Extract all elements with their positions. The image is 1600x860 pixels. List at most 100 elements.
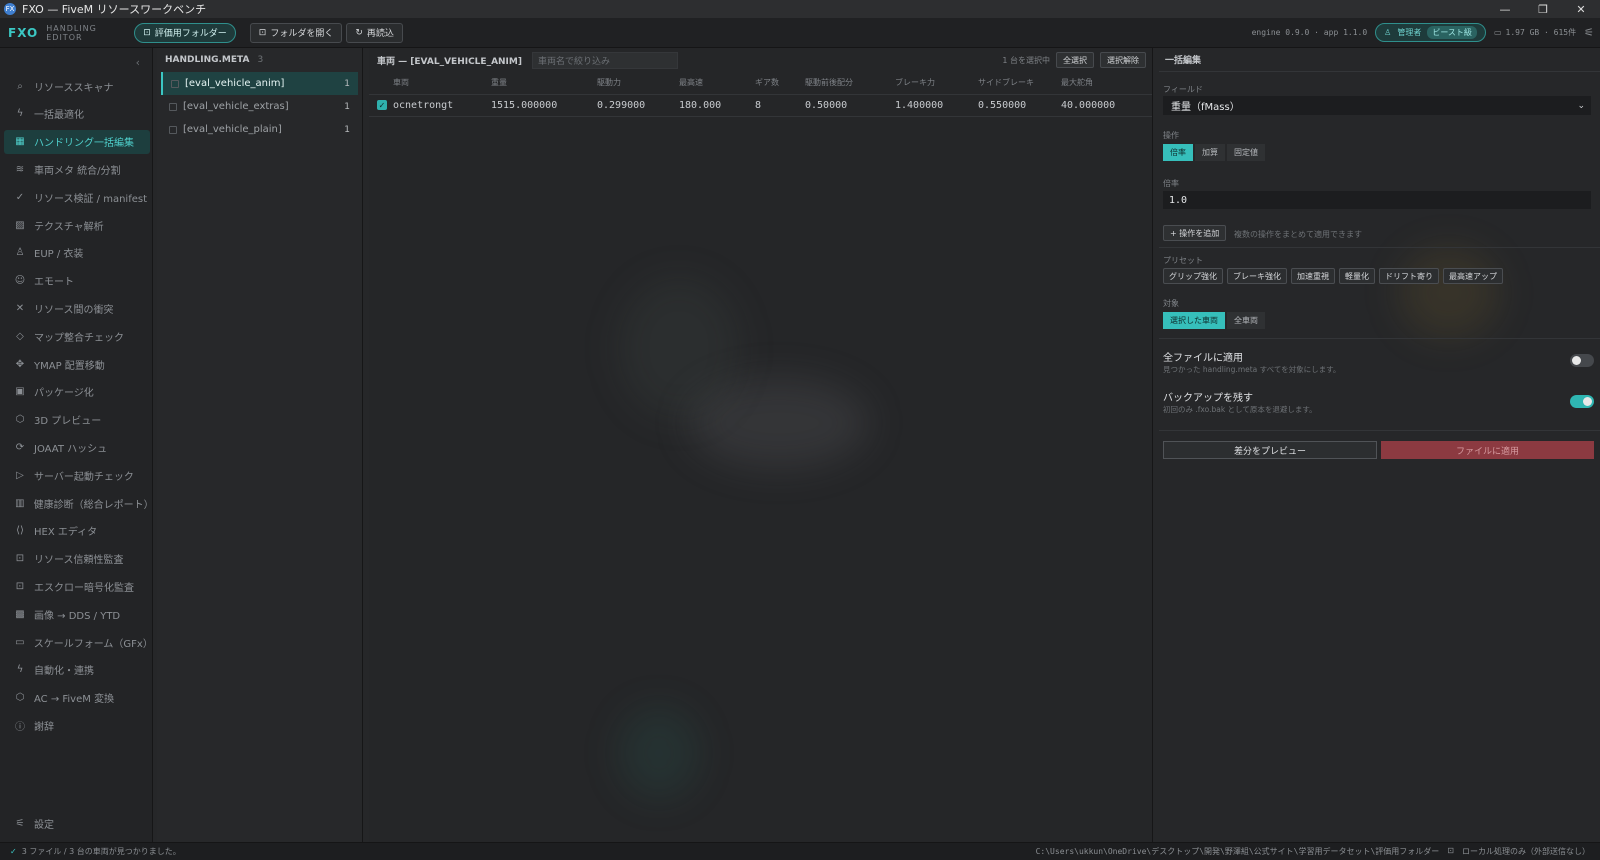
check-icon: ✓ xyxy=(10,847,17,856)
status-bar: ✓ 3 ファイル / 3 台の車両が見つかりました。 C:\Users\ukku… xyxy=(0,842,1600,860)
sidebar-item-settings[interactable]: ⚟ 設定 xyxy=(4,811,150,835)
col-drive-force[interactable]: 駆動力 xyxy=(597,72,679,95)
col-drive-bias[interactable]: 駆動前後配分 xyxy=(805,72,895,95)
sidebar-item-label: 自動化・連携 xyxy=(34,666,94,678)
select-all-button[interactable]: 全選択 xyxy=(1056,52,1094,68)
sidebar-item-14[interactable]: ▷ サーバー起動チェック xyxy=(4,463,150,487)
sidebar-item-4[interactable]: ✓ リソース検証 / manifest xyxy=(4,185,150,209)
apply-all-files-toggle[interactable] xyxy=(1570,354,1594,367)
col-handbrake[interactable]: サイドブレーキ xyxy=(978,72,1061,95)
preview-diff-button[interactable]: 差分をプレビュー xyxy=(1163,441,1377,459)
sidebar-item-6[interactable]: ♙ EUP / 衣装 xyxy=(4,241,150,265)
collapse-sidebar-icon[interactable]: ‹ xyxy=(136,56,140,69)
file-list-item[interactable]: [eval_vehicle_anim] 1 xyxy=(161,72,358,95)
user-badge[interactable]: ♙ 管理者 ビースト級 xyxy=(1375,23,1486,42)
settings-sliders-icon[interactable]: ⚟ xyxy=(1584,26,1594,39)
sidebar-item-18[interactable]: ⊡ エスクロー暗号化監査 xyxy=(4,574,150,598)
handling-meta-header: HANDLING.META 3 xyxy=(157,48,362,72)
col-gears[interactable]: ギア数 xyxy=(755,72,805,95)
sidebar-item-label: サーバー起動チェック xyxy=(34,471,134,483)
sidebar-item-8[interactable]: ✕ リソース間の衝突 xyxy=(4,296,150,320)
sidebar-item-label: リソース間の衝突 xyxy=(34,304,114,316)
col-mass[interactable]: 重量 xyxy=(491,72,597,95)
deselect-button[interactable]: 選択解除 xyxy=(1100,52,1146,68)
disk-icon: ▭ xyxy=(1493,28,1502,37)
sidebar-item-label: AC → FiveM 変換 xyxy=(34,694,115,706)
rate-input[interactable]: 1.0 xyxy=(1163,191,1591,209)
sidebar-item-10[interactable]: ✥ YMAP 配置移動 xyxy=(4,352,150,376)
sidebar-item-2[interactable]: ▦ ハンドリング一括編集 xyxy=(4,129,150,154)
sidebar-item-19[interactable]: ▩ 画像 → DDS / YTD xyxy=(4,602,150,626)
vehicle-filter-input[interactable]: 車両名で絞り込み xyxy=(531,51,678,69)
col-steering-lock[interactable]: 最大舵角 xyxy=(1061,72,1152,95)
restore-button[interactable]: ❐ xyxy=(1524,0,1562,18)
minimize-button[interactable]: — xyxy=(1486,0,1524,18)
sidebar-item-11[interactable]: ▣ パッケージ化 xyxy=(4,380,150,404)
vehicle-count: 1 xyxy=(344,78,350,89)
apply-to-file-button[interactable]: ファイルに適用 xyxy=(1381,441,1594,459)
diamond-icon: ◇ xyxy=(16,330,24,342)
file-list-item[interactable]: [eval_vehicle_extras] 1 xyxy=(161,95,358,118)
info-icon: ⓘ xyxy=(15,721,25,733)
sidebar-item-7[interactable]: ☺ エモート xyxy=(4,269,150,293)
field-select-value: 重量（fMass） xyxy=(1171,102,1240,113)
sidebar-item-12[interactable]: ⬡ 3D プレビュー xyxy=(4,408,150,432)
op-multiply[interactable]: 倍率 xyxy=(1163,144,1193,161)
chevron-down-icon: ⌄ xyxy=(1577,100,1585,111)
preset-accel[interactable]: 加速重視 xyxy=(1291,268,1335,284)
sidebar-item-3[interactable]: ≋ 車両メタ 統合/分割 xyxy=(4,157,150,181)
person-icon: ♙ xyxy=(15,247,25,259)
sidebar-item-0[interactable]: ⌕ リソーススキャナ xyxy=(4,74,150,98)
op-fixed[interactable]: 固定値 xyxy=(1227,144,1265,161)
preset-topspeed[interactable]: 最高速アップ xyxy=(1443,268,1503,284)
col-brake-force[interactable]: ブレーキ力 xyxy=(895,72,978,95)
window-title: FXO — FiveM リソースワークベンチ xyxy=(22,3,207,16)
sidebar-item-15[interactable]: ▥ 健康診断（総合レポート） xyxy=(4,491,154,515)
file-list-item[interactable]: [eval_vehicle_plain] 1 xyxy=(161,118,358,141)
preset-label: プリセット xyxy=(1163,256,1203,265)
preset-grip[interactable]: グリップ強化 xyxy=(1163,268,1223,284)
sidebar-item-22[interactable]: ⬡ AC → FiveM 変換 xyxy=(4,686,150,710)
image-icon: ▨ xyxy=(15,219,25,231)
field-select[interactable]: 重量（fMass） ⌄ xyxy=(1163,96,1591,115)
sidebar-item-21[interactable]: ϟ 自動化・連携 xyxy=(4,658,150,682)
backup-toggle[interactable] xyxy=(1570,395,1594,408)
target-selected[interactable]: 選択した車両 xyxy=(1163,312,1225,329)
file-icon xyxy=(171,79,179,88)
field-label: フィールド xyxy=(1163,85,1203,94)
sidebar-item-1[interactable]: ϟ 一括最適化 xyxy=(4,102,150,126)
add-operation-button[interactable]: + 操作を追加 xyxy=(1163,225,1227,241)
eval-folder-button[interactable]: ⊡ 評価用フォルダー xyxy=(134,22,236,43)
sidebar-item-5[interactable]: ▨ テクスチャ解析 xyxy=(4,213,150,237)
vehicle-count: 1 xyxy=(344,124,350,135)
sidebar-item-20[interactable]: ▭ スケールフォーム（GFx） xyxy=(4,630,153,654)
folder-icon: ⊡ xyxy=(143,27,151,38)
divider xyxy=(1159,338,1600,339)
op-add[interactable]: 加算 xyxy=(1195,144,1225,161)
sidebar-item-13[interactable]: ⟳ JOAAT ハッシュ xyxy=(4,435,150,459)
sidebar-item-23[interactable]: ⓘ 謝辞 xyxy=(4,713,150,737)
checker-icon: ▩ xyxy=(15,608,25,620)
sidebar-item-label: スケールフォーム（GFx） xyxy=(33,638,153,650)
col-vehicle[interactable]: 車両 xyxy=(393,72,491,95)
preset-lightweight[interactable]: 軽量化 xyxy=(1339,268,1375,284)
target-all[interactable]: 全車両 xyxy=(1227,312,1265,329)
col-top-speed[interactable]: 最高速 xyxy=(679,72,755,95)
app-subtitle: HANDLING EDITOR xyxy=(46,23,97,42)
sidebar-item-17[interactable]: ⊡ リソース信頼性監査 xyxy=(4,547,150,571)
sidebar-item-9[interactable]: ◇ マップ整合チェック xyxy=(4,324,150,348)
preset-brake[interactable]: ブレーキ強化 xyxy=(1227,268,1287,284)
sliders-icon: ⚟ xyxy=(15,817,25,829)
reload-button[interactable]: ↻ 再読込 xyxy=(346,22,403,43)
file-icon xyxy=(169,125,177,134)
app-logo-icon: FX xyxy=(4,3,16,15)
move-icon: ✥ xyxy=(15,358,25,370)
close-button[interactable]: ✕ xyxy=(1562,0,1600,18)
open-folder-button[interactable]: ⊡ フォルダを開く xyxy=(249,22,343,43)
sidebar-item-label: 画像 → DDS / YTD xyxy=(34,610,121,622)
refresh-icon: ↻ xyxy=(355,27,363,38)
sidebar-item-16[interactable]: ⟨⟩ HEX エディタ xyxy=(4,519,150,543)
table-row[interactable]: ✓ ocnetrongt 1515.000000 0.299000 180.00… xyxy=(369,94,1152,117)
row-checkbox[interactable]: ✓ xyxy=(377,100,387,110)
preset-drift[interactable]: ドリフト寄り xyxy=(1379,268,1439,284)
